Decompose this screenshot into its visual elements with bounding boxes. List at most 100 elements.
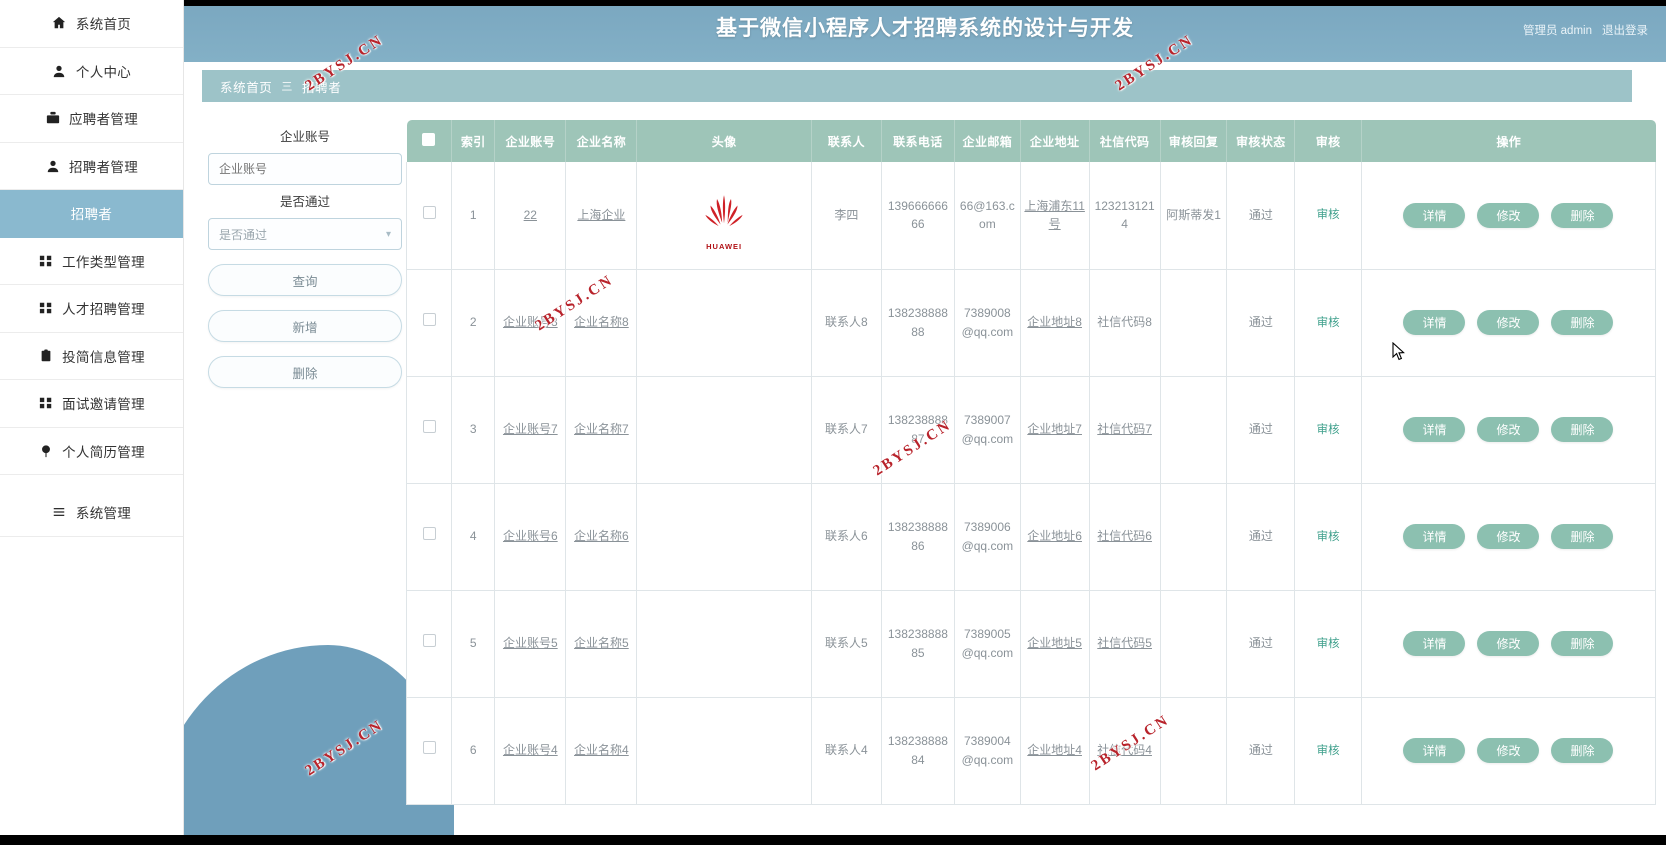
row-checkbox[interactable] [422,420,436,434]
row-checkbox[interactable] [422,205,436,219]
sidebar-item-applicant-mgmt[interactable]: 应聘者管理 [0,95,183,143]
row-checkbox[interactable] [422,741,436,755]
cell-contact: 联系人6 [810,483,882,591]
cell-address: 企业地址6 [1019,483,1090,591]
cell-audit-reply [1159,269,1228,377]
row-checkbox-cell[interactable] [406,269,453,377]
edit-button[interactable]: 修改 [1477,524,1540,549]
user-icon [52,63,67,78]
row-checkbox[interactable] [422,634,436,648]
cell-audit-reply [1159,376,1228,484]
sidebar-item-home[interactable]: 系统首页 [0,0,183,48]
user-icon [45,158,60,173]
pass-select[interactable]: 是否通过 ▾ [208,218,402,250]
delete-row-button[interactable]: 删除 [1551,524,1614,549]
sidebar-item-recruiter[interactable]: 招聘者 [0,190,183,238]
row-checkbox-cell[interactable] [406,697,453,805]
sidebar-item-label: 投简信息管理 [62,349,145,365]
row-checkbox-cell[interactable] [406,162,453,270]
edit-button[interactable]: 修改 [1477,310,1540,335]
row-checkbox-cell[interactable] [406,590,453,698]
cell-index: 6 [451,697,496,805]
sidebar-item-talent-recruit-mgmt[interactable]: 人才招聘管理 [0,285,183,333]
delete-row-button[interactable]: 删除 [1551,417,1614,442]
sidebar-item-profile[interactable]: 个人中心 [0,48,183,95]
menu-icon [52,505,67,520]
cell-account: 企业账号4 [494,697,567,805]
detail-button[interactable]: 详情 [1403,310,1466,335]
select-all-checkbox[interactable] [422,133,436,146]
sidebar-item-personal-resume-mgmt[interactable]: 个人简历管理 [0,428,183,475]
sidebar-item-system-mgmt[interactable]: 系统管理 [0,489,183,537]
detail-button[interactable]: 详情 [1403,631,1466,656]
pass-select-value: 是否通过 [219,227,268,242]
breadcrumb-home[interactable]: 系统首页 [220,77,272,96]
sidebar-item-recruiter-mgmt[interactable]: 招聘者管理 [0,143,183,190]
header-company: 企业名称 [565,120,638,162]
delete-row-button[interactable]: 删除 [1551,310,1614,335]
cell-audit-action[interactable]: 审核 [1294,483,1362,591]
cell-credit-code: 1232131214 [1088,162,1161,270]
sidebar-item-resume-submission-mgmt[interactable]: 投简信息管理 [0,333,183,380]
logout-link[interactable]: 退出登录 [1602,22,1648,38]
table-row: 3 企业账号7 企业名称7 联系人7 13823888887 7389007@q… [406,376,1656,484]
grid-icon [38,253,53,268]
sidebar-item-label: 个人简历管理 [62,444,145,460]
sidebar-item-job-type-mgmt[interactable]: 工作类型管理 [0,238,183,285]
cell-account: 22 [494,162,567,270]
row-checkbox[interactable] [422,313,436,327]
sidebar: 系统首页 个人中心 应聘者管理 招聘者管理 招聘者 工作类型管理 人才招聘管理 … [0,0,184,845]
cell-avatar [636,269,812,377]
admin-label: 管理员 admin [1522,25,1592,37]
cell-operations: 详情 修改 删除 [1360,483,1656,591]
detail-button[interactable]: 详情 [1403,524,1466,549]
cell-company: 上海企业 [565,162,638,270]
cell-audit-action[interactable]: 审核 [1294,697,1362,805]
main-content: 系统首页 三 招聘者 企业账号 是否通过 是否通过 ▾ 查询 新增 删除 [184,62,1666,845]
cell-audit-action[interactable]: 审核 [1294,590,1362,698]
detail-button[interactable]: 详情 [1403,202,1466,228]
account-input[interactable] [208,153,402,185]
cell-credit-code: 社信代码4 [1088,697,1161,805]
cell-credit-code: 社信代码6 [1088,483,1161,591]
cell-index: 1 [451,162,496,270]
delete-row-button[interactable]: 删除 [1551,631,1614,656]
delete-button[interactable]: 删除 [208,356,402,388]
row-checkbox-cell[interactable] [406,376,453,484]
cell-email: 66@163.com [954,162,1021,270]
cell-operations: 详情 修改 删除 [1360,376,1656,484]
detail-button[interactable]: 详情 [1403,417,1466,442]
cell-account: 企业账号5 [494,590,567,698]
add-button[interactable]: 新增 [208,310,402,342]
cell-avatar [636,590,812,698]
cell-company: 企业名称6 [565,483,638,591]
edit-button[interactable]: 修改 [1477,202,1540,228]
header-credit-code: 社信代码 [1089,120,1161,162]
row-checkbox[interactable] [422,527,436,541]
cell-contact: 联系人4 [810,697,882,805]
cell-audit-action[interactable]: 审核 [1294,376,1362,484]
cell-audit-action[interactable]: 审核 [1294,162,1362,270]
cell-avatar: HUAWEI [636,162,812,270]
header-phone: 联系电话 [881,120,956,162]
search-button[interactable]: 查询 [208,264,402,296]
cell-audit-reply [1159,697,1228,805]
cell-index: 5 [451,590,496,698]
delete-row-button[interactable]: 删除 [1551,738,1614,763]
row-checkbox-cell[interactable] [406,483,453,591]
sidebar-item-label: 面试邀请管理 [62,397,145,413]
table-body: 1 22 上海企业 HUAWEI 李四 13966666666 66@163.c… [406,162,1656,805]
cell-audit-action[interactable]: 审核 [1294,269,1362,377]
edit-button[interactable]: 修改 [1477,631,1540,656]
detail-button[interactable]: 详情 [1403,738,1466,763]
huawei-wordmark: HUAWEI [706,241,743,251]
sidebar-item-interview-invite-mgmt[interactable]: 面试邀请管理 [0,380,183,428]
cell-contact: 李四 [810,162,882,270]
header-bar: 基于微信小程序人才招聘系统的设计与开发 管理员 admin 退出登录 [184,0,1666,62]
page-title: 基于微信小程序人才招聘系统的设计与开发 [716,17,1134,40]
huawei-logo-icon: HUAWEI [696,192,752,251]
delete-row-button[interactable]: 删除 [1551,202,1614,228]
header-select-all[interactable] [406,120,453,162]
edit-button[interactable]: 修改 [1477,738,1540,763]
edit-button[interactable]: 修改 [1477,417,1540,442]
